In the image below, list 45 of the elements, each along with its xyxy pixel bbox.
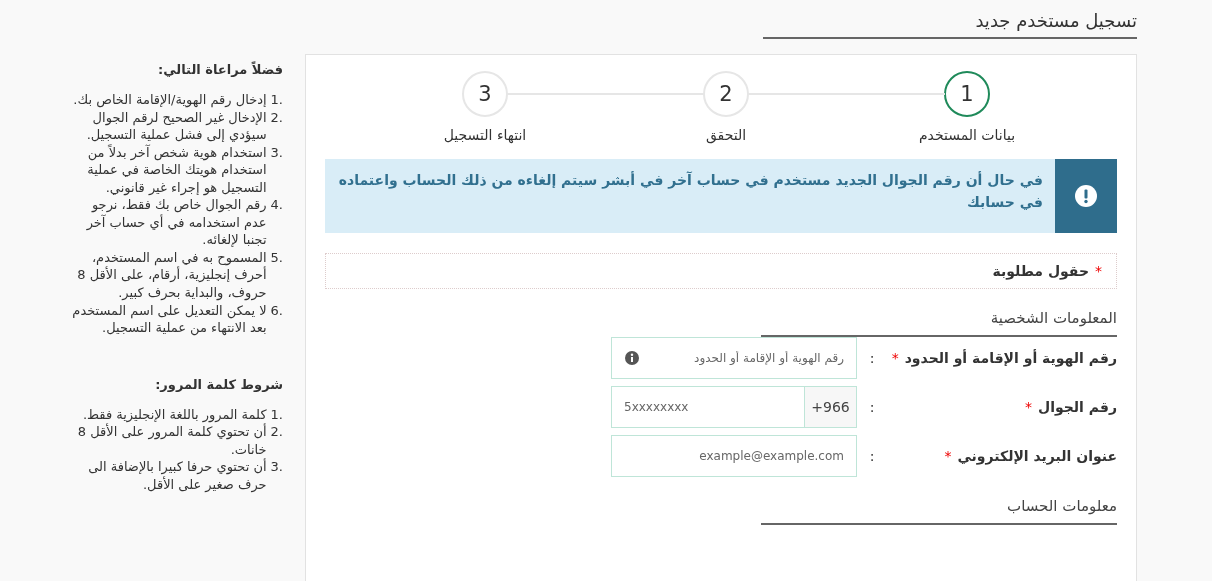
required-mark: *	[944, 448, 952, 464]
field-label: رقم الهوية أو الإقامة أو الحدود	[904, 350, 1117, 366]
country-code: +966	[805, 386, 857, 428]
note-text: إدخال رقم الهوية/الإقامة الخاص بك.	[73, 91, 267, 109]
required-mark: *	[1025, 399, 1033, 415]
step-circle[interactable]: 1	[944, 71, 990, 117]
item-number: 3.	[270, 143, 283, 162]
page-title: تسجيل مستخدم جديد	[763, 10, 1137, 39]
alert-message: في حال أن رقم الجوال الجديد مستخدم في حساب آخر في أبشر سيتم إلغاءه من ذلك الحساب واعتماده في حسابك	[337, 170, 1044, 213]
section-heading: معلومات الحساب	[761, 497, 1117, 525]
item-number: 4.	[270, 196, 283, 215]
notes-heading: فضلاً مراعاة التالي:	[156, 62, 283, 77]
item-number: 3.	[270, 458, 283, 477]
step-label: انتهاء التسجيل	[443, 127, 527, 143]
exclamation-icon	[1075, 185, 1097, 207]
step-label: التحقق	[705, 127, 747, 143]
note-text: كلمة المرور باللغة الإنجليزية فقط.	[82, 405, 267, 423]
colon: :	[868, 448, 876, 464]
info-icon	[625, 351, 639, 365]
required-note: حقول مطلوبة	[992, 263, 1089, 279]
field-label: رقم الجوال	[1038, 399, 1117, 415]
colon: :	[868, 350, 876, 366]
colon: :	[868, 399, 876, 415]
required-mark: *	[891, 350, 899, 366]
notes-heading: شروط كلمة المرور:	[154, 376, 283, 392]
note-text: أن تحتوي حرفا كبيرا بالإضافة الى حرف صغير على الأقل.	[87, 458, 267, 494]
item-number: 2.	[270, 423, 283, 442]
step-circle[interactable]: 2	[703, 71, 749, 117]
note-text: المسموح به في اسم المستخدم، أحرف إنجليزية، أرقام، على الأقل 8 حروف، والبداية بحرف كبير.	[76, 248, 267, 302]
note-text: لا يمكن التعديل على اسم المستخدم بعد الانتهاء من عملية التسجيل.	[71, 301, 267, 337]
field-label: عنوان البريد الإلكتروني	[957, 448, 1117, 464]
item-number: 5.	[270, 248, 283, 267]
item-number: 1.	[270, 91, 283, 109]
phone-field[interactable]: 5xxxxxxxx	[611, 386, 805, 428]
note-text: رقم الجوال خاص بك فقط، نرجو عدم استخدامه في أي حساب آخر تجنبا لإلغائه.	[85, 196, 267, 249]
note-text: أن تحتوي كلمة المرور على الأقل 8 خانات.	[76, 423, 267, 458]
required-mark: *	[1095, 263, 1102, 279]
item-number: 6.	[270, 301, 283, 320]
item-number: 1.	[270, 405, 283, 424]
item-number: 2.	[270, 108, 283, 127]
step-label: بيانات المستخدم	[918, 127, 1016, 143]
note-text: استخدام هوية شخص آخر بدلاً من استخدام هويتك الخاصة في عملية التسجيل هو إجراء غير قانوني.	[86, 143, 267, 197]
note-text: الإدخال غير الصحيح لرقم الجوال سيؤدي إلى فشل عملية التسجيل.	[85, 108, 267, 144]
email-field[interactable]: example@example.com	[611, 435, 857, 477]
step-circle[interactable]: 3	[462, 71, 508, 117]
